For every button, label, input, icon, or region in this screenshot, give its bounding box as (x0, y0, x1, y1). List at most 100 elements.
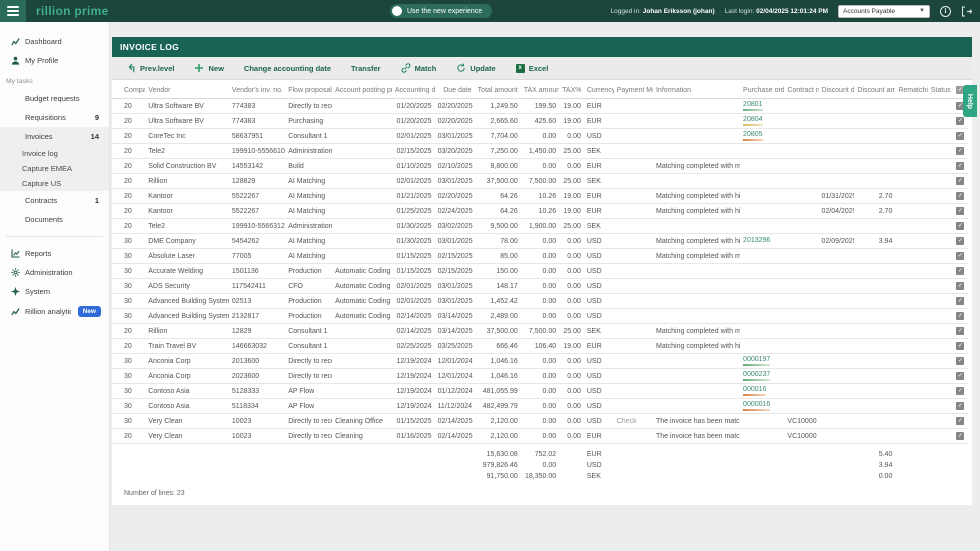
sidebar-item-requisitions[interactable]: Requisitions9 (0, 108, 109, 127)
row-checkbox[interactable]: ✓ (956, 132, 964, 140)
table-row[interactable]: 20Tele2199910-55566102Administration02/1… (112, 144, 968, 159)
table-row[interactable]: 30Contoso Asia5118334AP Flow12/19/202411… (112, 399, 968, 414)
cell-cur: USD (584, 234, 614, 249)
table-row[interactable]: 20Solid Construction BV14553142Build01/1… (112, 159, 968, 174)
purchase-order-link[interactable]: 20805 (743, 131, 762, 141)
cell-contract (784, 174, 818, 189)
cell-total: 64.26 (475, 189, 521, 204)
toolbar-button-change-accounting-date[interactable]: Change accounting date (236, 60, 339, 77)
row-checkbox[interactable]: ✓ (956, 387, 964, 395)
row-checkbox[interactable]: ✓ (956, 432, 964, 440)
table-row[interactable]: 30Contoso Asia5128333AP Flow12/19/202401… (112, 384, 968, 399)
table-row[interactable]: 30Advanced Building Systems2132817Produc… (112, 309, 968, 324)
table-row[interactable]: 30ADS Security117542411CFOAutomatic Codi… (112, 279, 968, 294)
table-row[interactable]: 20Tele2199910-5566312Administration01/30… (112, 219, 968, 234)
table-row[interactable]: 20Kantoor5522267AI Matching01/21/202502/… (112, 189, 968, 204)
new-badge: New (78, 306, 101, 317)
table-row[interactable]: 30Absolute Laser77005AI Matching01/15/20… (112, 249, 968, 264)
hamburger-menu-icon[interactable] (0, 0, 26, 22)
cell-total: 482,499.79 (475, 399, 521, 414)
toolbar-button-update[interactable]: Update (448, 59, 503, 77)
cell-inv: 12829 (229, 324, 285, 339)
column-header-vendor: Vendor (145, 82, 229, 99)
row-checkbox[interactable]: ✓ (956, 327, 964, 335)
purchase-order-link[interactable]: 20801 (743, 101, 762, 111)
cell-status (928, 399, 954, 414)
row-checkbox[interactable]: ✓ (956, 192, 964, 200)
sidebar-item-dashboard[interactable]: Dashboard (0, 32, 109, 51)
row-checkbox[interactable]: ✓ (956, 207, 964, 215)
cell-acc: 12/19/2024 (392, 399, 435, 414)
table-row[interactable]: 30Very Clean10023Directly to recordingCl… (112, 414, 968, 429)
row-checkbox[interactable]: ✓ (956, 357, 964, 365)
row-checkbox[interactable]: ✓ (956, 177, 964, 185)
table-row[interactable]: 20Kantoor5522267AI Matching01/25/202502/… (112, 204, 968, 219)
toolbar-button-new[interactable]: New (186, 59, 231, 77)
column-header-damt: Discount amount (854, 82, 895, 99)
sidebar-subitem-capture-emea[interactable]: Capture EMEA (0, 161, 109, 176)
sidebar-item-documents[interactable]: Documents (0, 210, 109, 229)
row-checkbox[interactable]: ✓ (956, 342, 964, 350)
table-row[interactable]: 20CoreTec Inc58637951Consultant 102/01/2… (112, 129, 968, 144)
sidebar-item-system[interactable]: System (0, 282, 109, 301)
info-icon[interactable]: i (940, 6, 951, 17)
row-checkbox[interactable]: ✓ (956, 297, 964, 305)
toolbar-button-excel[interactable]: xExcel (508, 60, 557, 77)
logout-icon[interactable] (961, 6, 972, 17)
cell-vendor: Anconia Corp (145, 369, 229, 384)
purchase-order-link[interactable]: 0000237 (743, 371, 770, 381)
table-row[interactable]: 30DME Company5454262AI Matching01/30/202… (112, 234, 968, 249)
row-checkbox[interactable]: ✓ (956, 282, 964, 290)
sidebar-item-my-profile[interactable]: My Profile (0, 51, 109, 70)
row-checkbox[interactable]: ✓ (956, 312, 964, 320)
row-checkbox[interactable]: ✓ (956, 372, 964, 380)
table-row[interactable]: 30Anconia Corp2023600Directly to recordi… (112, 369, 968, 384)
toolbar-button-transfer[interactable]: Transfer (343, 60, 389, 77)
row-checkbox[interactable]: ✓ (956, 222, 964, 230)
new-experience-toggle[interactable]: Use the new experience (390, 4, 492, 18)
summary-cell-po (740, 449, 784, 460)
sidebar-item-budget-requests[interactable]: Budget requests (0, 89, 109, 108)
table-row[interactable]: 30Accurate Welding1501136ProductionAutom… (112, 264, 968, 279)
table-row[interactable]: 20Ultra Software BV774383Purchasing01/20… (112, 114, 968, 129)
row-checkbox[interactable]: ✓ (956, 402, 964, 410)
sidebar-item-contracts[interactable]: Contracts1 (0, 191, 109, 210)
purchase-order-link[interactable]: 20804 (743, 116, 762, 126)
toolbar-button-match[interactable]: Match (393, 59, 445, 77)
sidebar-item-invoices[interactable]: Invoices14 (0, 127, 109, 146)
cell-ddate (819, 114, 855, 129)
cell-info: Matching completed with high confidence (653, 204, 740, 219)
invoice-table: CompanyVendorVendor's inv. no.Flow propo… (112, 82, 968, 482)
top-bar: rillion prime Use the new experience Log… (0, 0, 980, 22)
sidebar-item-administration[interactable]: Administration (0, 263, 109, 282)
table-row[interactable]: 20Rillion128829AI Matching02/01/202503/0… (112, 174, 968, 189)
toolbar-button-prev-level[interactable]: Prev.level (118, 59, 182, 77)
role-selector[interactable]: Accounts Payable ▼ (838, 5, 930, 18)
help-tab[interactable]: Help (963, 85, 977, 117)
row-checkbox[interactable]: ✓ (956, 237, 964, 245)
table-row[interactable]: 20Very Clean10023Directly to recordingCl… (112, 429, 968, 444)
table-row[interactable]: 20Ultra Software BV774383Directly to rec… (112, 99, 968, 114)
sidebar-item-reports[interactable]: Reports (0, 244, 109, 263)
table-row[interactable]: 30Anconia Corp2013600Directly to recordi… (112, 354, 968, 369)
row-checkbox[interactable]: ✓ (956, 417, 964, 425)
purchase-order-link[interactable]: 0000016 (743, 401, 770, 411)
row-checkbox[interactable]: ✓ (956, 252, 964, 260)
cell-acc: 02/01/2025 (392, 129, 435, 144)
row-checkbox[interactable]: ✓ (956, 117, 964, 125)
table-row[interactable]: 20Train Travel BV146663032Consultant 102… (112, 339, 968, 354)
purchase-order-link[interactable]: 0000197 (743, 356, 770, 366)
cell-cur: USD (584, 384, 614, 399)
row-checkbox[interactable]: ✓ (956, 147, 964, 155)
purchase-order-link[interactable]: 2013296 (743, 237, 770, 245)
sidebar-subitem-capture-us[interactable]: Capture US (0, 176, 109, 191)
purchase-order-link[interactable]: 000016 (743, 386, 766, 396)
cell-inv: 02513 (229, 294, 285, 309)
table-row[interactable]: 20Rillion12829Consultant 102/14/202503/1… (112, 324, 968, 339)
row-checkbox[interactable]: ✓ (956, 162, 964, 170)
sidebar-item-rillion-analytics[interactable]: Rillion analyticsNew (0, 301, 109, 322)
table-row[interactable]: 30Advanced Building Systems02513Producti… (112, 294, 968, 309)
row-checkbox[interactable]: ✓ (956, 267, 964, 275)
cell-due: 03/25/2025 (435, 339, 475, 354)
sidebar-subitem-invoice-log[interactable]: Invoice log (0, 146, 109, 161)
